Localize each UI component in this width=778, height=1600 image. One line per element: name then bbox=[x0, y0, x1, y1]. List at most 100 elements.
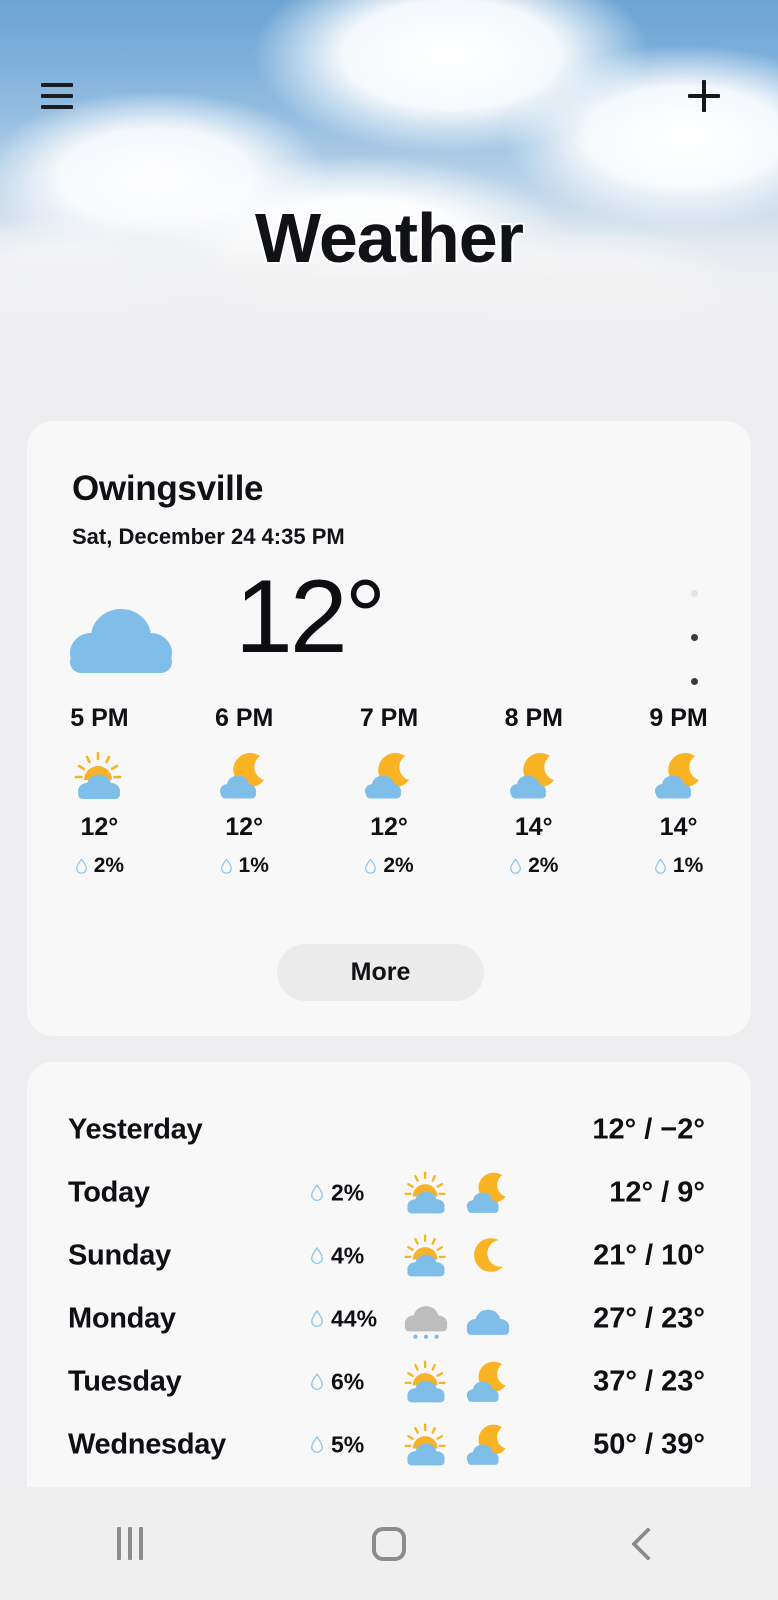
kebab-dot-3 bbox=[691, 678, 698, 685]
hourly-forecast-item[interactable]: 5 PM 12° 2% bbox=[27, 704, 172, 878]
menu-bar-2 bbox=[41, 94, 73, 98]
daily-high-low: 12° / −2° bbox=[592, 1113, 705, 1145]
daily-forecast-row[interactable]: Today 2% 12° / 9° bbox=[27, 1161, 751, 1224]
daily-day-label: Tuesday bbox=[68, 1365, 182, 1397]
daily-condition-icons bbox=[403, 1233, 511, 1279]
hero-header: Weather bbox=[0, 0, 778, 340]
menu-bar-3 bbox=[41, 105, 73, 109]
moon-behind-cloud-icon bbox=[172, 747, 317, 805]
water-drop-icon bbox=[364, 858, 377, 874]
moon-behind-cloud-icon bbox=[465, 1422, 511, 1468]
water-drop-icon bbox=[310, 1435, 324, 1454]
moon-behind-cloud-icon bbox=[461, 747, 606, 805]
hourly-precipitation: 2% bbox=[461, 854, 606, 878]
hourly-temperature: 14° bbox=[659, 813, 698, 841]
daily-condition-icons bbox=[403, 1170, 511, 1216]
city-name: Owingsville bbox=[72, 469, 264, 508]
sun-behind-cloud-icon bbox=[403, 1359, 449, 1405]
hourly-precipitation: 1% bbox=[172, 854, 317, 878]
hourly-forecast-item[interactable]: 9 PM 14° 1% bbox=[606, 704, 751, 878]
daily-forecast-card[interactable]: Yesterday 12° / −2° Today 2% 12° / 9° Su… bbox=[27, 1062, 751, 1487]
moon-behind-cloud-icon bbox=[465, 1359, 511, 1405]
daily-precipitation: 2% bbox=[310, 1179, 364, 1206]
daily-day-label: Sunday bbox=[68, 1239, 171, 1271]
weather-app-screen: Weather Owingsville Sat, December 24 4:3… bbox=[0, 0, 778, 1600]
cloudy-icon bbox=[465, 1296, 511, 1342]
hourly-precipitation-value: 1% bbox=[672, 854, 704, 877]
hourly-precipitation-value: 2% bbox=[93, 854, 125, 877]
daily-condition-icons bbox=[403, 1422, 511, 1468]
daily-precipitation-value: 2% bbox=[331, 1179, 365, 1205]
daily-precipitation-value: 44% bbox=[331, 1305, 378, 1331]
daily-precipitation: 5% bbox=[310, 1431, 364, 1458]
daily-high-low: 37° / 23° bbox=[593, 1365, 705, 1397]
daily-precipitation-value: 4% bbox=[331, 1242, 365, 1268]
daily-high-low: 21° / 10° bbox=[593, 1239, 705, 1271]
hamburger-menu-icon[interactable] bbox=[38, 74, 82, 118]
plus-icon[interactable] bbox=[682, 74, 726, 118]
hourly-forecast-item[interactable]: 8 PM 14° 2% bbox=[461, 704, 606, 878]
page-title: Weather bbox=[253, 197, 526, 279]
water-drop-icon bbox=[310, 1372, 324, 1391]
hourly-precipitation-value: 2% bbox=[383, 854, 414, 877]
crescent-moon-icon bbox=[465, 1233, 511, 1279]
hourly-forecast-item[interactable]: 6 PM 12° 1% bbox=[172, 704, 317, 878]
daily-condition-icons bbox=[403, 1359, 511, 1405]
water-drop-icon bbox=[310, 1246, 324, 1265]
daily-forecast-row[interactable]: Wednesday 5% 50° / 39° bbox=[27, 1413, 751, 1476]
kebab-dot-1 bbox=[691, 590, 698, 597]
current-conditions-row: 12° bbox=[67, 565, 386, 691]
sun-behind-cloud-icon bbox=[403, 1422, 449, 1468]
hourly-temperature: 12° bbox=[225, 813, 264, 841]
hourly-precipitation: 1% bbox=[606, 854, 751, 878]
daily-precipitation: 44% bbox=[310, 1305, 377, 1332]
daily-day-label: Yesterday bbox=[68, 1113, 203, 1145]
daily-precipitation-value: 6% bbox=[331, 1368, 365, 1394]
daily-condition-icons bbox=[403, 1296, 511, 1342]
daily-precipitation: 6% bbox=[310, 1368, 364, 1395]
daily-precipitation-value: 5% bbox=[331, 1431, 365, 1457]
kebab-menu-icon[interactable] bbox=[691, 586, 699, 686]
home-square bbox=[371, 1526, 406, 1561]
daily-forecast-row[interactable]: Monday 44% 27° / 23° bbox=[27, 1287, 751, 1350]
back-chevron bbox=[631, 1526, 666, 1561]
daily-day-label: Today bbox=[68, 1176, 150, 1208]
water-drop-icon bbox=[654, 858, 667, 874]
plus-vertical-bar bbox=[702, 80, 706, 112]
daily-high-low: 12° / 9° bbox=[609, 1176, 705, 1208]
moon-behind-cloud-icon bbox=[606, 747, 751, 805]
current-datetime: Sat, December 24 4:35 PM bbox=[72, 524, 345, 549]
moon-behind-cloud-icon bbox=[465, 1170, 511, 1216]
water-drop-icon bbox=[310, 1183, 324, 1202]
daily-high-low: 50° / 39° bbox=[593, 1428, 705, 1460]
more-button[interactable]: More bbox=[277, 944, 484, 1001]
hourly-temperature: 14° bbox=[514, 813, 553, 841]
hourly-forecast-list: 5 PM 12° 2% 6 PM 12° 1% 7 PM 12° 2% 8 PM… bbox=[27, 704, 751, 878]
daily-forecast-row[interactable]: Yesterday 12° / −2° bbox=[27, 1098, 751, 1161]
water-drop-icon bbox=[75, 858, 88, 874]
kebab-dot-2 bbox=[691, 634, 698, 641]
daily-day-label: Monday bbox=[68, 1302, 176, 1334]
sun-behind-cloud-icon bbox=[403, 1170, 449, 1216]
android-navigation-bar bbox=[0, 1487, 778, 1600]
hourly-time: 5 PM bbox=[70, 704, 129, 732]
current-weather-card[interactable]: Owingsville Sat, December 24 4:35 PM 12° bbox=[27, 421, 751, 1036]
daily-precipitation: 4% bbox=[310, 1242, 364, 1269]
daily-forecast-row[interactable]: Tuesday 6% 37° / 23° bbox=[27, 1350, 751, 1413]
daily-high-low: 27° / 23° bbox=[593, 1302, 705, 1334]
back-icon[interactable] bbox=[519, 1487, 778, 1600]
daily-day-label: Wednesday bbox=[68, 1428, 226, 1460]
home-icon[interactable] bbox=[259, 1487, 518, 1600]
moon-behind-cloud-icon bbox=[317, 747, 462, 805]
hourly-temperature: 12° bbox=[370, 813, 408, 841]
daily-forecast-row[interactable]: Sunday 4% 21° / 10° bbox=[27, 1224, 751, 1287]
recents-icon[interactable] bbox=[0, 1487, 259, 1600]
water-drop-icon bbox=[310, 1309, 324, 1328]
hourly-precipitation: 2% bbox=[317, 854, 462, 878]
menu-bar-1 bbox=[41, 83, 73, 87]
hourly-forecast-item[interactable]: 7 PM 12° 2% bbox=[317, 704, 462, 878]
hourly-temperature: 12° bbox=[80, 813, 119, 841]
snow-cloud-icon bbox=[403, 1296, 449, 1342]
hourly-time: 7 PM bbox=[359, 704, 419, 732]
water-drop-icon bbox=[509, 858, 522, 874]
